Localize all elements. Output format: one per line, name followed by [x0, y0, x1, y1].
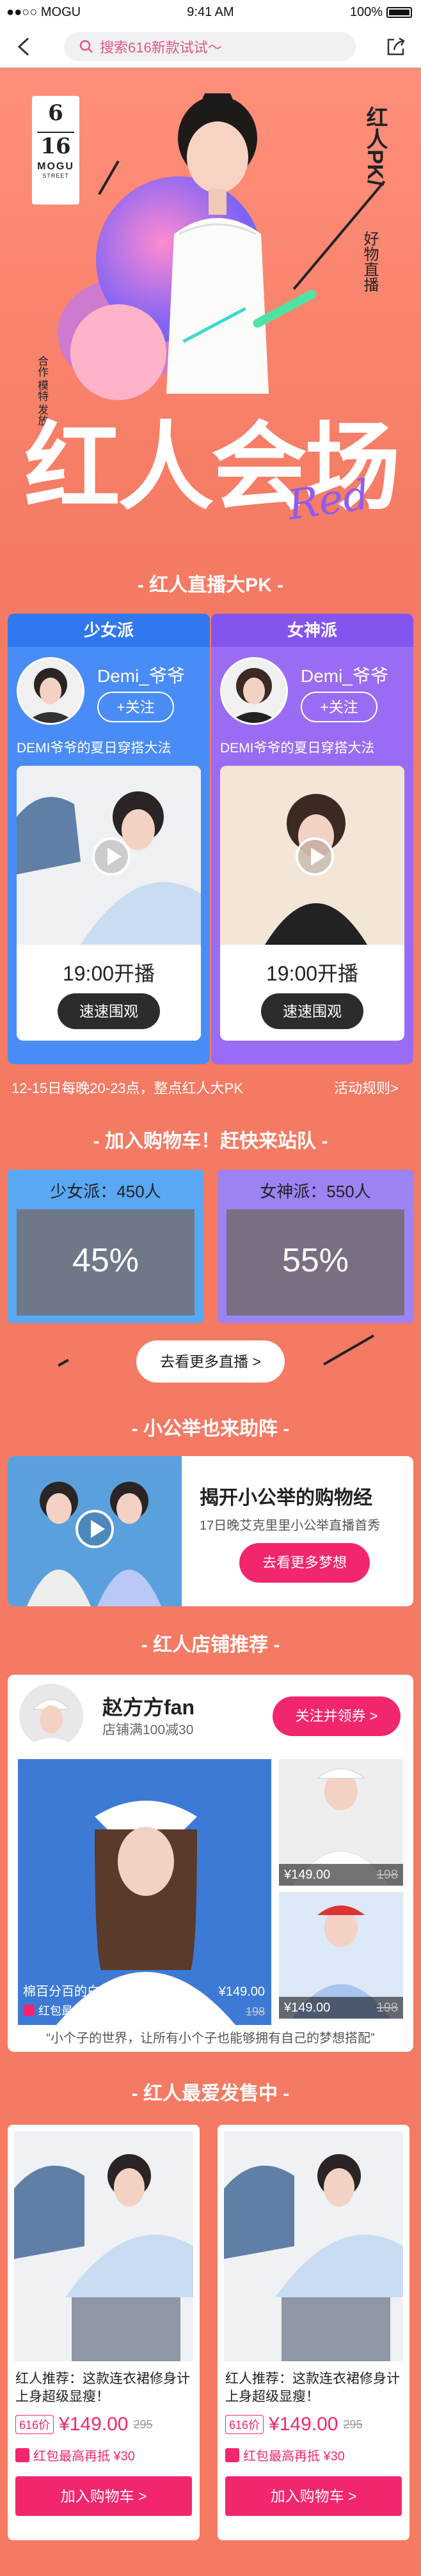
product-coupon: 红包最高再抵 ¥30 [243, 2449, 345, 2463]
live-time: 19:00开播 [266, 962, 359, 985]
product-card[interactable]: 红人推荐：这款连衣裙修身计上身超级显瘦！ 616价 ¥149.00 295 红包… [8, 2125, 200, 2540]
live-card[interactable]: 19:00开播 速速围观 [17, 766, 201, 1041]
live-time: 19:00开播 [62, 962, 155, 985]
product-old-price: 295 [133, 2417, 153, 2431]
follow-button[interactable]: +关注 [301, 692, 377, 722]
pk-panel-right: 女神派 Demi_爷爷 +关注 DEMI爷爷的夏日穿搭大法 19:00开播 速速… [211, 614, 413, 1064]
product-card[interactable]: 红人推荐：这款连衣裙修身计上身超级显瘦！ 616价 ¥149.00 295 红包… [218, 2125, 409, 2540]
streamer-name: Demi_爷爷 [97, 666, 185, 686]
team-label: 少女派 [8, 614, 210, 647]
decor-line [98, 160, 120, 195]
watch-button[interactable]: 速速围观 [58, 993, 160, 1029]
store-name: 赵方方fan [102, 1696, 195, 1719]
more-dreams-button[interactable]: 去看更多梦想 [239, 1543, 370, 1583]
price-tag: 616价 [15, 2415, 54, 2434]
vote-label: 女神派：550人 [260, 1182, 371, 1201]
product-old-price: 198 [376, 2000, 398, 2015]
promo-section-title: - 小公举也来助阵 - [131, 1418, 290, 1439]
vote-percent: 55% [282, 1242, 349, 1279]
vote-photo: 55% [226, 1209, 404, 1315]
battery-icon [386, 7, 412, 18]
pk-panel-left: 少女派 Demi_爷爷 +关注 DEMI爷爷的夏日穿搭大法 19:00开播 速速… [8, 614, 210, 1064]
hero-subtitle: 好物直播 [361, 231, 378, 292]
store-side-item[interactable]: ¥149.00 198 [279, 1759, 403, 1886]
team-label: 女神派 [211, 614, 413, 647]
promo-card[interactable]: 揭开小公举的购物经 17日晚艾克里里小公举直播首秀 去看更多梦想 [8, 1456, 413, 1606]
promo-sub: 17日晚艾克里里小公举直播首秀 [200, 1519, 381, 1533]
search-placeholder: 搜索616新款试试～ [100, 40, 222, 56]
product-coupon: 红包最高再抵 ¥30 [38, 2005, 131, 2017]
vote-label: 少女派：450人 [50, 1182, 161, 1201]
product-name: 棉百分百的白T [23, 1985, 108, 1999]
product-price: ¥149.00 [59, 2414, 129, 2435]
follow-coupon-button[interactable]: 关注并领券 > [273, 1696, 401, 1736]
page: ●●○○ MOGU 9:41 AM 100% 搜索616新款试试～ 6 16 M… [0, 0, 421, 2576]
vote-right[interactable]: 女神派：550人 55% [218, 1170, 413, 1323]
store-section-title: - 红人店铺推荐 - [141, 1634, 280, 1656]
store-side-item[interactable]: ¥149.00 198 [279, 1892, 403, 2019]
product-photo [224, 2131, 403, 2361]
product-old-price: 295 [343, 2417, 363, 2431]
product-price: ¥149.00 [284, 2000, 331, 2015]
more-live-button[interactable]: 去看更多直播 > [136, 1340, 285, 1383]
rules-link[interactable]: 活动规则> [334, 1077, 399, 1098]
hero-pk-title: 红人PK/ [363, 106, 387, 186]
share-icon[interactable] [385, 36, 407, 58]
vote-left[interactable]: 少女派：450人 45% [8, 1170, 203, 1323]
decor-line [323, 1334, 374, 1366]
coupon-icon [15, 2448, 29, 2462]
follow-button[interactable]: +关注 [97, 692, 174, 722]
product-old-price: 198 [376, 1867, 398, 1882]
store-promo: 店铺满100减30 [102, 1723, 194, 1737]
back-arrow-icon[interactable] [14, 36, 35, 58]
product-price: ¥149.00 [284, 1867, 331, 1882]
search-input[interactable]: 搜索616新款试试～ [64, 32, 356, 61]
pk-section-title: - 红人直播大PK - [137, 575, 284, 596]
watch-button[interactable]: 速速围观 [261, 993, 363, 1029]
streamer-name: Demi_爷爷 [301, 666, 388, 686]
store-card: 赵方方fan 店铺满100减30 关注并领券 > 棉百分百的白T ¥149.00… [8, 1675, 413, 2052]
price-tag: 616价 [225, 2415, 264, 2434]
avatar[interactable] [19, 1684, 83, 1748]
products-section-title: - 红人最爱发售中 - [131, 2083, 290, 2104]
product-price: ¥149.00 [269, 2414, 338, 2435]
add-to-cart-button[interactable]: 加入购物车 > [15, 2476, 192, 2516]
pk-schedule-note: 12-15日每晚20-23点，整点红人大PK [12, 1080, 243, 1096]
product-desc: 红人推荐：这款连衣裙修身计上身超级显瘦！ [15, 2371, 190, 2404]
battery-percent: 100% [349, 5, 383, 19]
nav-bar: 搜索616新款试试～ [0, 26, 421, 68]
vote-percent: 45% [72, 1242, 139, 1279]
product-photo [14, 2131, 193, 2361]
promo-heading: 揭开小公举的购物经 [200, 1487, 372, 1509]
product-price: ¥149.00 [218, 1985, 265, 1999]
play-icon[interactable] [75, 1510, 114, 1548]
vote-photo: 45% [17, 1209, 195, 1315]
play-icon[interactable] [92, 837, 131, 876]
coupon-icon [23, 2005, 35, 2016]
add-to-cart-button[interactable]: 加入购物车 > [225, 2476, 402, 2516]
status-bar: ●●○○ MOGU 9:41 AM 100% [0, 0, 421, 26]
product-desc: 红人推荐：这款连衣裙修身计上身超级显瘦！ [225, 2371, 400, 2404]
store-main-item[interactable]: 棉百分百的白T ¥149.00 红包最高再抵 ¥30 198 [18, 1759, 271, 2025]
coupon-icon [225, 2448, 239, 2462]
product-coupon: 红包最高再抵 ¥30 [33, 2449, 135, 2463]
decor-line [58, 1358, 69, 1367]
product-old-price: 198 [245, 2005, 265, 2018]
play-icon[interactable] [296, 837, 334, 876]
store-quote: “小个子的世界，让所有小个子也能够拥有自己的梦想搭配” [46, 2031, 375, 2045]
mogu-logo: 6 16 MOGU STREET [32, 96, 79, 205]
live-card[interactable]: 19:00开播 速速围观 [220, 766, 404, 1041]
stream-desc: DEMI爷爷的夏日穿搭大法 [220, 741, 375, 756]
hero-model-photo [166, 93, 269, 394]
hero-banner: 6 16 MOGU STREET 红人PK/ 好物直播 合作 模特 发放 红人会… [0, 68, 421, 554]
avatar[interactable] [220, 657, 288, 725]
avatar[interactable] [17, 657, 84, 725]
search-icon [79, 40, 93, 53]
stream-desc: DEMI爷爷的夏日穿搭大法 [17, 741, 171, 756]
cart-section-title: - 加入购物车！赶快来站队 - [93, 1131, 328, 1152]
